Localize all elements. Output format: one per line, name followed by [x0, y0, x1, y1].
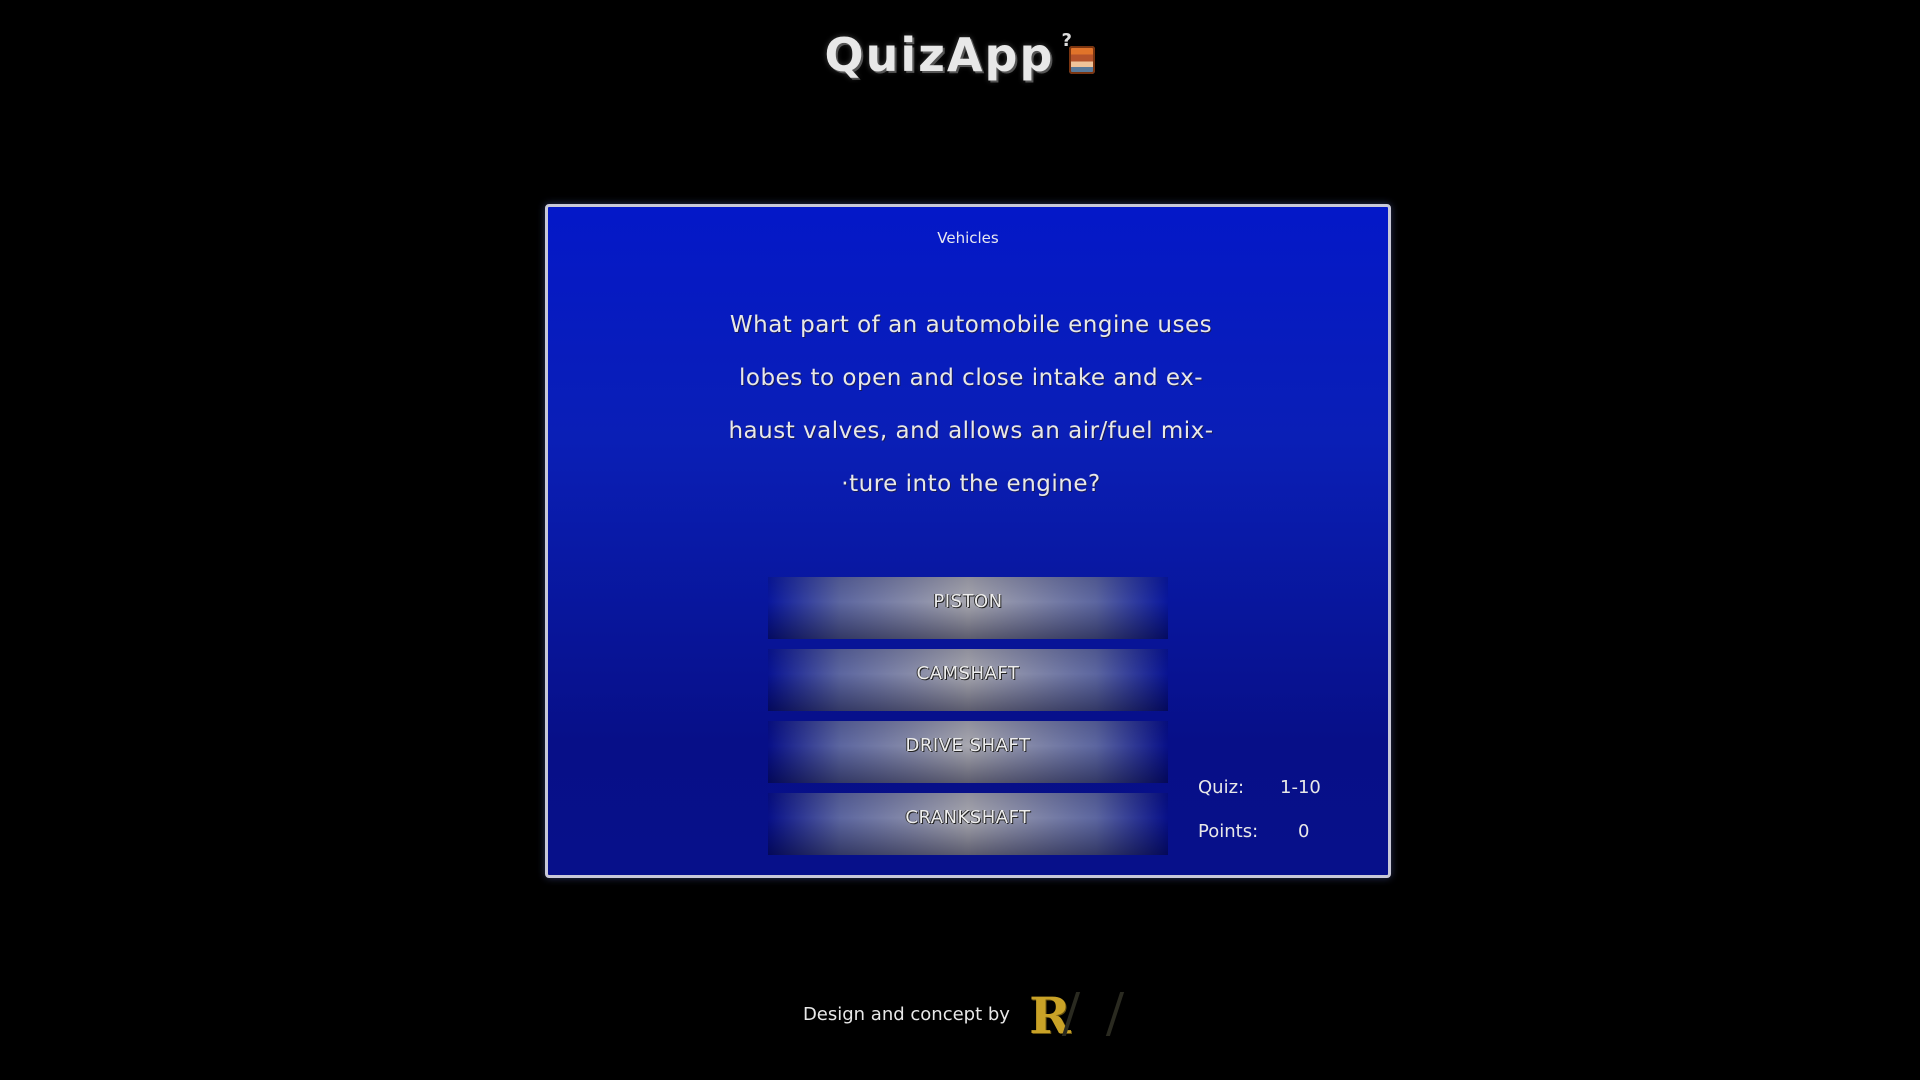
question-line: lobes to open and close intake and ex- [738, 365, 1204, 391]
logo-mark-icon [1061, 992, 1125, 1036]
answer-button-camshaft[interactable]: CAMSHAFT [768, 649, 1168, 711]
credits-text: Design and concept by [802, 1003, 1010, 1025]
answer-label: CAMSHAFT [916, 663, 1020, 684]
author-logo-icon: R [1029, 986, 1125, 1045]
points-stat: Points: 0 [1198, 821, 1378, 865]
quiz-stat: Quiz: 1-10 [1198, 777, 1378, 821]
footer: Design and concept by R [0, 986, 1920, 1045]
answer-button-piston[interactable]: PISTON [768, 577, 1168, 639]
answer-label: DRIVE SHAFT [905, 735, 1031, 756]
points-label: Points: [1198, 821, 1259, 842]
points-value: 0 [1298, 821, 1310, 842]
question-line: haust valves, and allows an air/fuel mix… [728, 418, 1214, 444]
answer-button-drive-shaft[interactable]: DRIVE SHAFT [768, 721, 1168, 783]
quiz-label: Quiz: [1198, 777, 1245, 798]
score-panel: Quiz: 1-10 Points: 0 [1198, 777, 1378, 865]
quiz-panel: Vehicles What part of an automobile engi… [545, 204, 1391, 878]
answer-button-crankshaft[interactable]: CRANKSHAFT [768, 793, 1168, 855]
question-line: What part of an automobile engine uses [729, 312, 1213, 338]
game-screen: QuizApp ? Vehicles What part of an autom… [0, 0, 1920, 1080]
logo-letter-icon: R [1029, 986, 1071, 1045]
question-text: What part of an automobile engine uses l… [708, 299, 1234, 511]
category-label: Vehicles [937, 229, 999, 247]
answer-list: PISTON CAMSHAFT DRIVE SHAFT CRANKSHAFT [768, 577, 1168, 865]
sprite-icon [1069, 46, 1096, 74]
app-title: QuizApp [824, 28, 1055, 82]
header: QuizApp ? [0, 28, 1920, 82]
answer-label: CRANKSHAFT [905, 807, 1031, 828]
answer-label: PISTON [933, 591, 1003, 612]
pixel-character-icon: ? [1061, 30, 1096, 76]
quiz-value: 1-10 [1280, 777, 1321, 798]
question-line: ·ture into the engine? [841, 471, 1101, 497]
